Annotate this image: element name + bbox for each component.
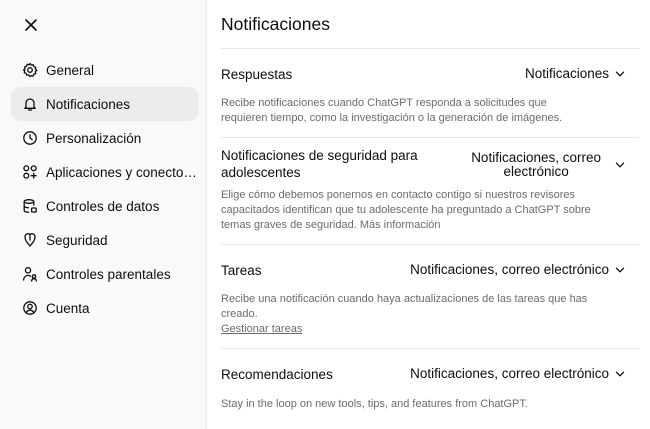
teen-safety-description: Elige cómo debemos ponernos en contacto … [221, 188, 591, 233]
dropdown-value-line2: electrónico [503, 163, 569, 179]
manage-tasks-link[interactable]: Gestionar tareas [221, 323, 302, 335]
dropdown-value: Notificaciones, correo electrónico [471, 151, 601, 178]
sidebar-item-controles-parentales[interactable]: Controles parentales [11, 257, 199, 291]
sidebar-item-notificaciones[interactable]: Notificaciones [11, 87, 199, 121]
sidebar-item-label: Cuenta [46, 300, 90, 316]
recommendations-label: Recomendaciones [221, 367, 333, 382]
sidebar-item-label: Controles de datos [46, 198, 160, 214]
sidebar-item-label: Aplicaciones y conectores [46, 164, 199, 180]
divider [221, 137, 639, 138]
settings-sidebar: General Notificaciones Personalización A… [0, 0, 207, 429]
shield-icon [22, 232, 38, 248]
dropdown-value: Notificaciones, correo electrónico [410, 366, 609, 381]
gear-icon [22, 62, 38, 78]
recommendations-dropdown[interactable]: Notificaciones, correo electrónico [410, 366, 625, 381]
tasks-dropdown[interactable]: Notificaciones, correo electrónico [410, 262, 625, 277]
responses-description: Recibe notificaciones cuando ChatGPT res… [221, 97, 563, 124]
sidebar-item-cuenta[interactable]: Cuenta [11, 291, 199, 325]
clock-icon [22, 130, 38, 146]
learn-more-link[interactable]: Más información [360, 219, 441, 231]
sidebar-item-controles-datos[interactable]: Controles de datos [11, 189, 199, 223]
sidebar-item-label: General [46, 62, 95, 78]
database-icon [22, 198, 38, 214]
chevron-down-icon [615, 69, 625, 79]
divider [221, 348, 639, 349]
dropdown-value: Notificaciones, correo electrónico [410, 262, 609, 277]
sidebar-item-general[interactable]: General [11, 53, 199, 87]
responses-label: Respuestas [221, 67, 293, 82]
teen-safety-label-line2: adolescentes [221, 165, 301, 180]
page-title: Notificaciones [221, 14, 330, 34]
responses-dropdown[interactable]: Notificaciones [525, 66, 625, 81]
sidebar-item-aplicaciones[interactable]: Aplicaciones y conectores [11, 155, 199, 189]
chevron-down-icon [615, 265, 625, 275]
sidebar-item-label: Personalización [46, 130, 142, 146]
divider [221, 244, 639, 245]
close-icon [25, 19, 37, 31]
teen-safety-dropdown[interactable]: Notificaciones, correo electrónico [471, 151, 625, 178]
account-icon [22, 300, 38, 316]
chevron-down-icon [615, 160, 625, 170]
chevron-down-icon [615, 369, 625, 379]
sidebar-item-label: Seguridad [46, 232, 108, 248]
sidebar-item-seguridad[interactable]: Seguridad [11, 223, 199, 257]
apps-icon [22, 164, 38, 180]
sidebar-item-label: Notificaciones [46, 96, 131, 112]
recommendations-description: Stay in the loop on new tools, tips, and… [221, 398, 528, 410]
teen-safety-label: Notificaciones de seguridad para adolesc… [221, 147, 418, 181]
tasks-description-text: Recibe una notificación cuando haya actu… [221, 293, 588, 320]
sidebar-item-label: Controles parentales [46, 266, 171, 282]
sidebar-item-personalizacion[interactable]: Personalización [11, 121, 199, 155]
close-button[interactable] [18, 12, 44, 38]
tasks-label: Tareas [221, 263, 262, 278]
tasks-description: Recibe una notificación cuando haya actu… [221, 292, 591, 337]
parent-icon [22, 266, 38, 282]
settings-nav: General Notificaciones Personalización A… [11, 53, 199, 325]
divider [221, 48, 639, 49]
dropdown-value-line1: Notificaciones, correo [471, 150, 601, 165]
teen-safety-label-line1: Notificaciones de seguridad para [221, 148, 418, 163]
bell-icon [22, 96, 38, 112]
dropdown-value: Notificaciones [524, 66, 609, 81]
